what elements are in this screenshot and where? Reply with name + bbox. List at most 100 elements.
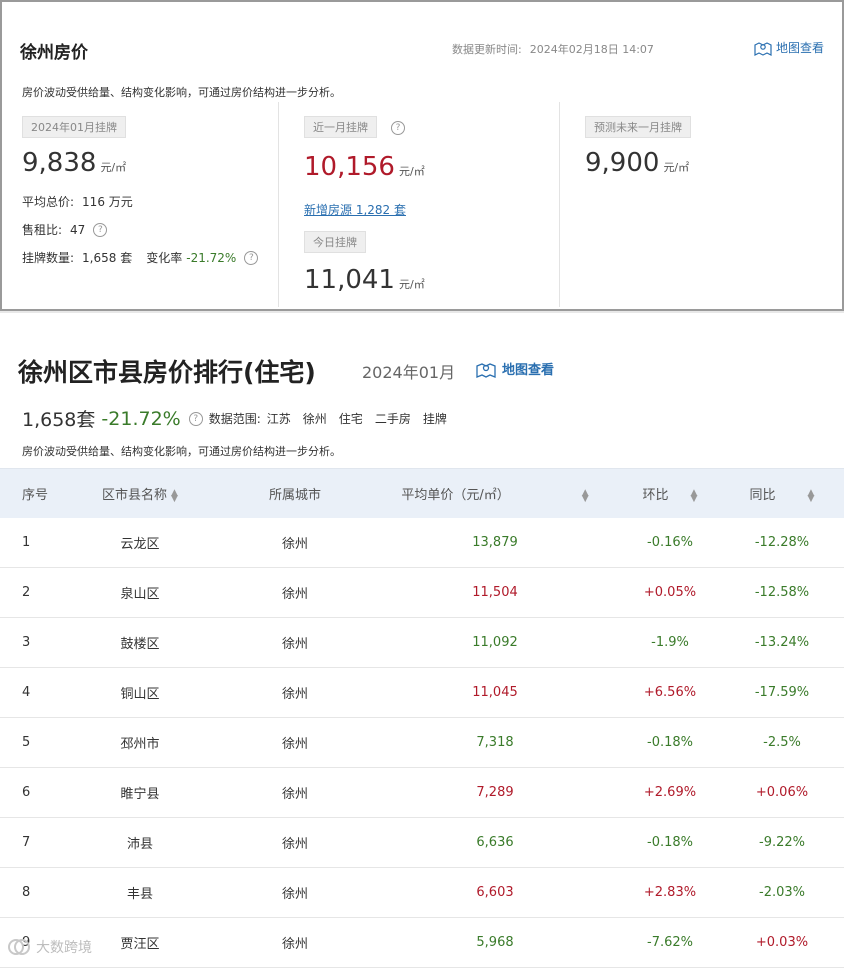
- month-over-month: -7.62%: [647, 935, 693, 950]
- district-name: 云龙区: [120, 537, 160, 552]
- rank-no: 6: [22, 785, 31, 800]
- update-time: 数据更新时间: 2024年02月18日 14:07: [452, 41, 654, 57]
- avg-unit-price: 11,504: [472, 585, 518, 600]
- listing-count: 1,658套: [22, 409, 96, 431]
- column-label: 区市县名称: [102, 488, 168, 503]
- avg-unit-price: 11,092: [472, 635, 518, 650]
- avg-unit-price: 11,045: [472, 685, 518, 700]
- help-icon[interactable]: ?: [93, 222, 108, 237]
- month-listing-chip: 2024年01月挂牌: [22, 116, 126, 138]
- avg-unit-price: 7,318: [476, 735, 514, 750]
- column-header-name[interactable]: 区市县名称 ▲ ▼: [60, 484, 220, 503]
- year-over-year: +0.06%: [755, 785, 809, 800]
- sort-icon[interactable]: ▲ ▼: [808, 488, 815, 503]
- rank-no: 4: [22, 685, 31, 700]
- district-name: 邳州市: [120, 737, 160, 752]
- sort-icon[interactable]: ▲ ▼: [582, 488, 589, 503]
- district-name: 睢宁县: [120, 787, 160, 802]
- month-over-month: -0.18%: [647, 835, 693, 850]
- new-listings-link[interactable]: 新增房源 1,282 套: [304, 201, 406, 218]
- help-icon[interactable]: ?: [391, 121, 405, 135]
- scope-tag: 二手房: [374, 412, 411, 426]
- avg-unit-price: 5,968: [476, 935, 514, 950]
- column-header-mom[interactable]: 环比 ▲ ▼: [620, 484, 720, 503]
- table-row[interactable]: 1 云龙区 徐州 13,879 -0.16% -12.28%: [0, 518, 844, 568]
- sort-icon[interactable]: ▲ ▼: [171, 488, 178, 503]
- price-unit: 元/㎡: [100, 161, 127, 174]
- help-icon[interactable]: ?: [188, 411, 203, 426]
- price-value: 9,838: [22, 148, 97, 178]
- district-name: 泉山区: [120, 587, 160, 602]
- map-view-link[interactable]: 地图查看: [476, 359, 554, 378]
- price-unit: 元/㎡: [398, 165, 425, 178]
- watermark-logo-icon: [8, 939, 30, 955]
- forecast-price: 9,900 元/㎡: [585, 148, 689, 178]
- change-label: 变化率: [146, 251, 183, 265]
- table-row[interactable]: 4 铜山区 徐州 11,045 +6.56% -17.59%: [0, 668, 844, 718]
- rank-no: 3: [22, 635, 31, 650]
- column-header-city: 所属城市: [268, 488, 321, 503]
- table-row[interactable]: 3 鼓楼区 徐州 11,092 -1.9% -13.24%: [0, 618, 844, 668]
- table-header: 序号 区市县名称 ▲ ▼ 所属城市 平均单价（元/㎡） ▲ ▼ 环比 ▲ ▼ 同比 ▲ ▼: [0, 468, 844, 518]
- table-row[interactable]: 9 贾汪区 徐州 5,968 -7.62% +0.03%: [0, 918, 844, 968]
- map-view-label: 地图查看: [502, 363, 555, 378]
- listing-label: 挂牌数量:: [22, 251, 75, 265]
- map-view-link[interactable]: 地图查看: [754, 39, 824, 56]
- rent-ratio-value: 47: [70, 222, 86, 237]
- table-row[interactable]: 6 睢宁县 徐州 7,289 +2.69% +0.06%: [0, 768, 844, 818]
- price-overview-panel: 徐州房价 数据更新时间: 2024年02月18日 14:07 地图查看 房价波动受…: [0, 0, 844, 311]
- recent-listing-price: 10,156 元/㎡: [304, 152, 425, 182]
- year-over-year: -2.5%: [763, 735, 801, 750]
- today-listing-price: 11,041 元/㎡: [304, 265, 425, 295]
- column-label: 同比: [749, 488, 776, 503]
- scope-tag: 住宅: [338, 412, 363, 426]
- month-over-month: -0.18%: [647, 735, 693, 750]
- district-name: 丰县: [126, 887, 153, 902]
- year-over-year: -17.59%: [754, 685, 810, 700]
- scope-tag: 徐州: [302, 412, 327, 426]
- avg-unit-price: 7,289: [476, 785, 514, 800]
- district-name: 鼓楼区: [120, 637, 160, 652]
- column-header-price[interactable]: 平均单价（元/㎡） ▲ ▼: [370, 484, 620, 503]
- map-pin-icon: [476, 362, 496, 378]
- year-over-year: -12.58%: [754, 585, 810, 600]
- month-over-month: -1.9%: [651, 635, 689, 650]
- scope-tag: 挂牌: [422, 412, 447, 426]
- rent-ratio-label: 售租比:: [22, 223, 63, 237]
- month-over-month: +6.56%: [643, 685, 697, 700]
- change-rate: -21.72%: [101, 407, 181, 430]
- year-over-year: -2.03%: [759, 885, 805, 900]
- price-unit: 元/㎡: [663, 161, 690, 174]
- ranking-summary: 1,658套 -21.72% ? 数据范围: 江苏 徐州 住宅 二手房 挂牌: [22, 405, 447, 432]
- map-pin-icon: [754, 41, 772, 56]
- avg-total-price: 平均总价: 116 万元: [22, 193, 133, 210]
- city-name: 徐州: [281, 937, 308, 952]
- column-label: 平均单价（元/㎡）: [401, 488, 510, 503]
- avg-unit-price: 6,603: [476, 885, 514, 900]
- column-header-yoy[interactable]: 同比 ▲ ▼: [720, 484, 844, 503]
- update-value: 2024年02月18日 14:07: [529, 43, 654, 56]
- table-row[interactable]: 5 邳州市 徐州 7,318 -0.18% -2.5%: [0, 718, 844, 768]
- price-value: 9,900: [585, 148, 660, 178]
- rank-no: 5: [22, 735, 31, 750]
- divider: [559, 102, 560, 307]
- update-label: 数据更新时间:: [452, 43, 522, 56]
- table-row[interactable]: 2 泉山区 徐州 11,504 +0.05% -12.58%: [0, 568, 844, 618]
- month-over-month: -0.16%: [647, 535, 693, 550]
- rent-ratio: 售租比: 47 ?: [22, 221, 108, 238]
- sort-icon[interactable]: ▲ ▼: [691, 488, 698, 503]
- avg-total-label: 平均总价:: [22, 195, 75, 209]
- city-name: 徐州: [281, 537, 308, 552]
- listing-value: 1,658 套: [82, 251, 133, 265]
- ranking-table: 序号 区市县名称 ▲ ▼ 所属城市 平均单价（元/㎡） ▲ ▼ 环比 ▲ ▼ 同比 ▲ ▼ 1云…: [0, 468, 844, 968]
- table-row[interactable]: 8 丰县 徐州 6,603 +2.83% -2.03%: [0, 868, 844, 918]
- month-over-month: +2.83%: [643, 885, 697, 900]
- page-title: 徐州房价: [20, 43, 88, 63]
- help-icon[interactable]: ?: [244, 250, 259, 265]
- price-unit: 元/㎡: [398, 278, 425, 291]
- change-value: -21.72%: [186, 250, 237, 265]
- table-row[interactable]: 7 沛县 徐州 6,636 -0.18% -9.22%: [0, 818, 844, 868]
- district-name: 铜山区: [120, 687, 160, 702]
- city-name: 徐州: [281, 687, 308, 702]
- divider: [278, 102, 279, 307]
